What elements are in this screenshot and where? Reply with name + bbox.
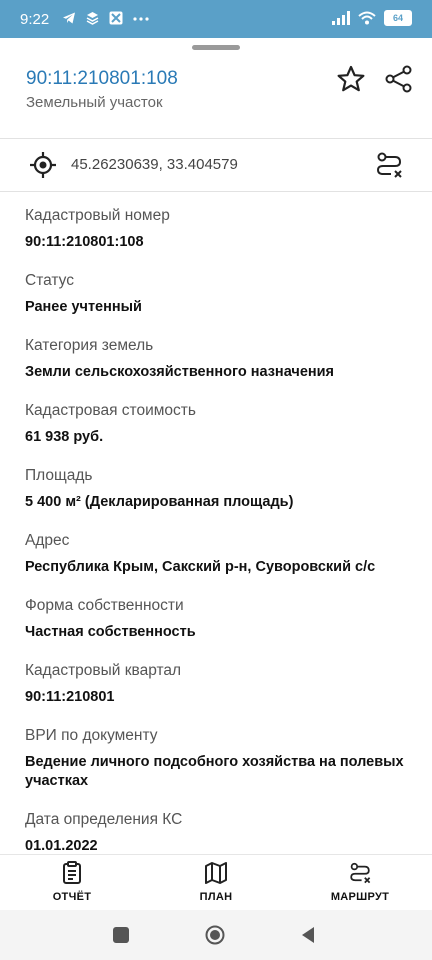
report-label: ОТЧЁТ (52, 891, 92, 903)
stack-icon (86, 12, 99, 25)
system-navigation-bar (0, 910, 432, 960)
coordinates-divider (0, 191, 432, 192)
field-cadastral-value: Кадастровая стоимость 61 938 руб. (25, 401, 415, 447)
sheet-drag-handle[interactable] (192, 45, 240, 50)
field-value: 5 400 м² (Декларированная площадь) (25, 494, 294, 510)
field-value[interactable]: Республика Крым, Сакский р-н, Суворовски… (25, 558, 415, 577)
field-address: Адрес Республика Крым, Сакский р-н, Суво… (25, 531, 415, 577)
field-status: Статус Ранее учтенный (25, 271, 415, 317)
back-icon[interactable] (300, 926, 316, 944)
field-value[interactable]: 90:11:210801:108 (25, 233, 415, 252)
field-label: Кадастровый квартал (25, 662, 182, 679)
route-label: МАРШРУТ (330, 891, 390, 903)
field-valuation-date: Дата определения КС 01.01.2022 (25, 810, 415, 856)
signal-icon (332, 11, 350, 25)
field-land-category: Категория земель Земли сельскохозяйствен… (25, 336, 415, 382)
field-ownership-form: Форма собственности Частная собственност… (25, 596, 415, 642)
battery-indicator: 64 (384, 10, 412, 26)
telegram-icon (63, 12, 75, 24)
home-icon[interactable] (205, 925, 225, 945)
parcel-subtitle: Земельный участок (26, 94, 163, 111)
field-value: 61 938 руб. (25, 429, 104, 445)
parcel-header: 90:11:210801:108 Земельный участок (0, 52, 432, 138)
coordinates-row: 45.26230639, 33.404579 (0, 139, 432, 191)
field-cadastral-number: Кадастровый номер 90:11:210801:108 (25, 206, 415, 252)
field-value: Частная собственность (25, 624, 196, 640)
map-icon (205, 862, 227, 884)
wifi-icon (358, 11, 376, 25)
field-label: Статус (25, 272, 74, 289)
plan-button[interactable]: ПЛАН (161, 861, 271, 903)
status-bar: 9:22 64 (0, 0, 432, 38)
route-icon (350, 862, 371, 884)
field-area: Площадь 5 400 м² (Декларированная площад… (25, 466, 415, 512)
more-dots-icon (133, 17, 149, 21)
favorite-star-icon[interactable] (336, 64, 366, 94)
route-icon[interactable] (374, 150, 404, 180)
route-button[interactable]: МАРШРУТ (305, 861, 415, 903)
recent-apps-icon[interactable] (113, 927, 129, 943)
field-value[interactable]: 90:11:210801 (25, 688, 415, 707)
coordinates-text[interactable]: 45.26230639, 33.404579 (71, 156, 238, 173)
status-time: 9:22 (20, 11, 50, 28)
field-label: Площадь (25, 467, 93, 484)
field-label: Форма собственности (25, 597, 184, 614)
field-label: Адрес (25, 532, 70, 549)
bottom-action-bar: ОТЧЁТ ПЛАН МАРШРУТ (0, 854, 432, 911)
plan-label: ПЛАН (199, 891, 233, 903)
field-permitted-use: ВРИ по документу Ведение личного подсобн… (25, 726, 415, 791)
field-label: Дата определения КС (25, 811, 183, 828)
parcel-title[interactable]: 90:11:210801:108 (26, 68, 178, 90)
status-left-icons (62, 11, 149, 25)
parcel-details: Кадастровый номер 90:11:210801:108 Стату… (25, 206, 415, 856)
field-value: Ведение личного подсобного хозяйства на … (25, 754, 404, 789)
field-value: Земли сельскохозяйственного назначения (25, 364, 335, 380)
field-label: Кадастровая стоимость (25, 402, 196, 419)
share-icon[interactable] (384, 64, 414, 94)
field-cadastral-quarter: Кадастровый квартал 90:11:210801 (25, 661, 415, 707)
field-label: Категория земель (25, 337, 154, 354)
field-label: Кадастровый номер (25, 207, 170, 224)
app-icon (109, 11, 123, 25)
location-crosshair-icon[interactable] (29, 151, 57, 179)
report-button[interactable]: ОТЧЁТ (17, 861, 127, 903)
status-right-icons: 64 (332, 10, 412, 26)
field-label: ВРИ по документу (25, 727, 158, 744)
report-icon (63, 861, 81, 884)
field-value: Ранее учтенный (25, 299, 142, 315)
